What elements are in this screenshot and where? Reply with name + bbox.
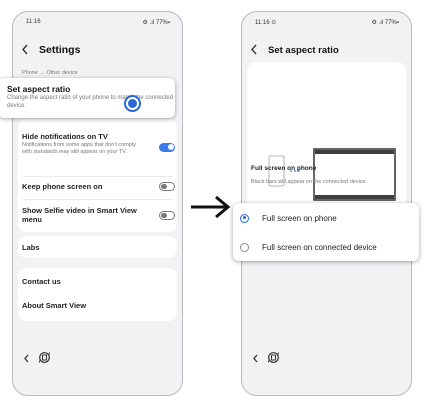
set-aspect-ratio-row[interactable]: Set aspect ratio Change the aspect ratio…: [0, 78, 175, 118]
settings-phone-screen: 11:16 ⚙ .ıl 77%▪ Settings Phone → Other …: [12, 11, 183, 396]
divider: [22, 199, 173, 200]
keep-screen-title: Keep phone screen on: [22, 182, 103, 191]
page-title: Set aspect ratio: [268, 44, 339, 56]
hide-notifications-toggle[interactable]: [159, 143, 175, 152]
back-chevron-icon[interactable]: [21, 44, 35, 57]
status-icons: ⚙ .ıl 77%▪: [371, 20, 399, 26]
nav-back-icon[interactable]: [252, 354, 259, 366]
keep-screen-toggle[interactable]: [159, 182, 175, 191]
radio-unselected-icon[interactable]: [240, 242, 249, 252]
preview-desc: Black bars will appear on the connected …: [251, 179, 368, 185]
nav-bar: [252, 351, 280, 369]
labs-label: Labs: [22, 243, 40, 252]
set-aspect-ratio-title: Set aspect ratio: [7, 84, 71, 94]
preview-card: Full screen on phone Black bars will app…: [247, 62, 406, 212]
back-chevron-icon[interactable]: [250, 44, 264, 57]
settings-card: Hide notifications on TV Notifications f…: [18, 119, 177, 232]
option-label: Full screen on connected device: [262, 242, 377, 252]
selfie-row[interactable]: Show Selfie video in Smart View menu: [22, 206, 145, 224]
page-title: Settings: [39, 44, 81, 56]
labs-card[interactable]: Labs: [18, 236, 177, 258]
contact-us-link[interactable]: Contact us: [22, 277, 61, 286]
status-icons: ⚙ .ıl 77%▪: [142, 20, 170, 26]
support-card: Contact us About Smart View: [18, 268, 177, 321]
set-aspect-ratio-desc: Change the aspect ratio of your phone to…: [7, 95, 174, 109]
status-time: 11:16 ⊙: [255, 20, 277, 26]
status-bar: 11:16 ⊙ ⚙ .ıl 77%▪: [242, 18, 411, 28]
tap-indicator-icon: [124, 95, 141, 112]
keep-screen-row[interactable]: Keep phone screen on: [22, 182, 167, 191]
radio-selected-icon[interactable]: [240, 213, 249, 223]
about-smart-view-link[interactable]: About Smart View: [22, 301, 86, 310]
divider: [22, 176, 173, 177]
selfie-toggle[interactable]: [159, 211, 175, 220]
header: Set aspect ratio: [250, 42, 403, 58]
option-full-screen-phone[interactable]: Full screen on phone: [240, 211, 415, 225]
preview-title: Full screen on phone: [251, 165, 317, 172]
screen-rotate-icon[interactable]: [38, 351, 51, 369]
hide-notifications-desc: Notifications from some apps that don't …: [22, 142, 136, 155]
option-label: Full screen on phone: [262, 213, 337, 223]
selfie-title: Show Selfie video in Smart View menu: [22, 206, 137, 224]
status-bar: 11:16 ⚙ .ıl 77%▪: [13, 18, 182, 28]
arrow-right-icon: [191, 195, 231, 219]
aspect-options-popup: Full screen on phone Full screen on conn…: [233, 203, 419, 261]
status-time: 11:16: [26, 19, 41, 25]
hide-notifications-title: Hide notifications on TV: [22, 132, 108, 141]
header: Settings: [21, 42, 174, 58]
nav-bar: [23, 351, 51, 369]
nav-back-icon[interactable]: [23, 354, 30, 366]
option-full-screen-device[interactable]: Full screen on connected device: [240, 240, 415, 254]
breadcrumb: Phone → Other device: [22, 70, 78, 76]
screen-rotate-icon[interactable]: [267, 351, 280, 369]
hide-notifications-row[interactable]: Hide notifications on TV Notifications f…: [22, 132, 167, 156]
